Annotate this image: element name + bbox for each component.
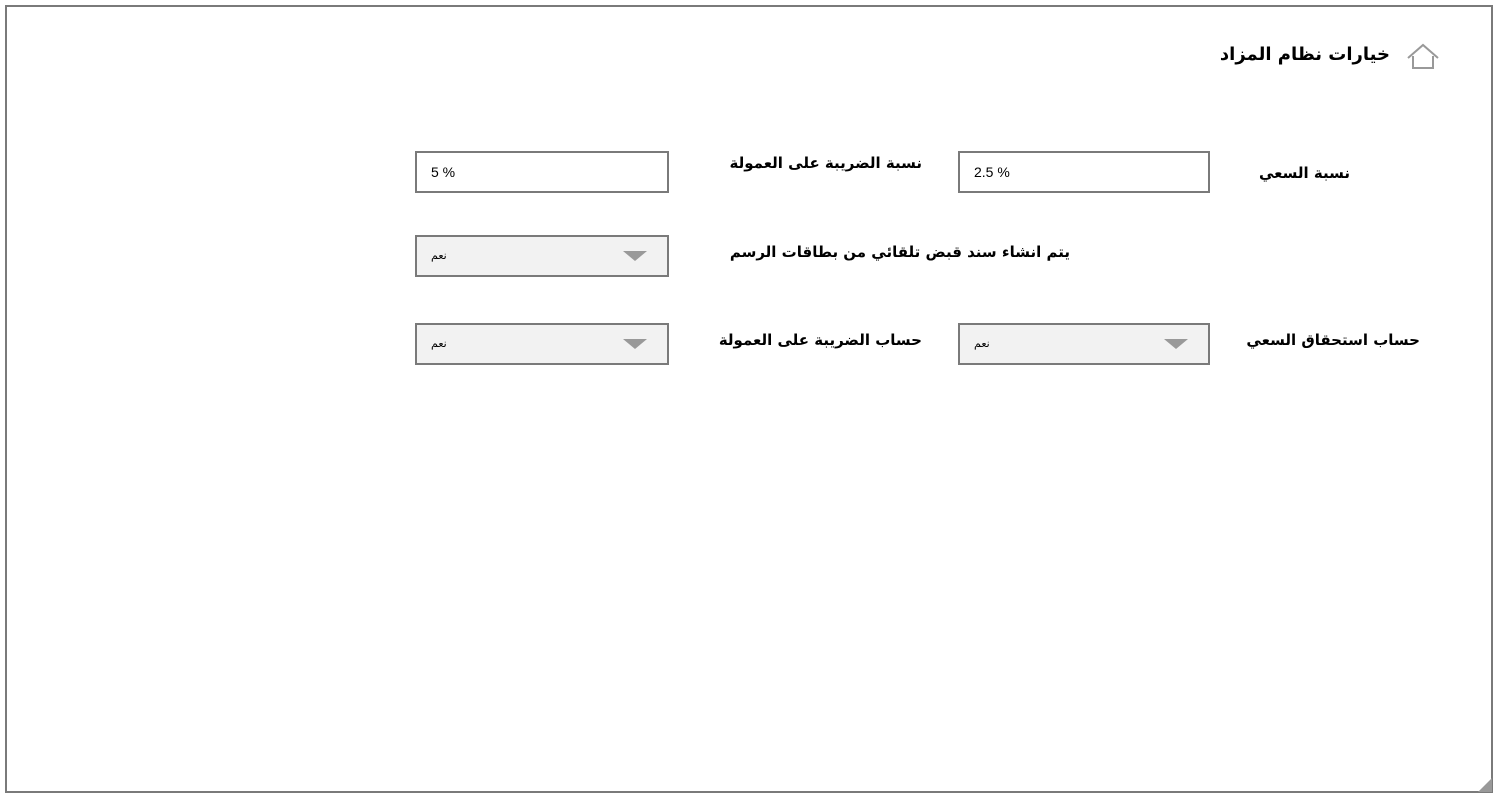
- tax-on-commission-label: حساب الضريبة على العمولة: [718, 331, 922, 349]
- tax-on-commission-rate-input[interactable]: [415, 151, 669, 193]
- tax-on-commission-selected: نعم: [431, 337, 447, 350]
- auto-receipt-label: يتم انشاء سند قبض تلقائي من بطاقات الرسم: [729, 243, 1070, 261]
- chevron-down-icon: [623, 339, 647, 349]
- commission-due-label: حساب استحقاق السعي: [1246, 331, 1420, 349]
- resize-handle-icon[interactable]: [1478, 778, 1492, 792]
- commission-due-select[interactable]: نعم: [958, 323, 1210, 365]
- home-icon[interactable]: [1406, 42, 1440, 70]
- chevron-down-icon: [623, 251, 647, 261]
- page-title: خيارات نظام المزاد: [1219, 44, 1390, 65]
- chevron-down-icon: [1164, 339, 1188, 349]
- settings-panel: [5, 5, 1493, 793]
- commission-due-selected: نعم: [974, 337, 990, 350]
- commission-rate-input[interactable]: [958, 151, 1210, 193]
- auto-receipt-selected: نعم: [431, 249, 447, 262]
- tax-on-commission-select[interactable]: نعم: [415, 323, 669, 365]
- commission-rate-label: نسبة السعي: [1258, 164, 1350, 182]
- tax-on-commission-rate-label: نسبة الضريبة على العمولة: [729, 154, 923, 172]
- auto-receipt-select[interactable]: نعم: [415, 235, 669, 277]
